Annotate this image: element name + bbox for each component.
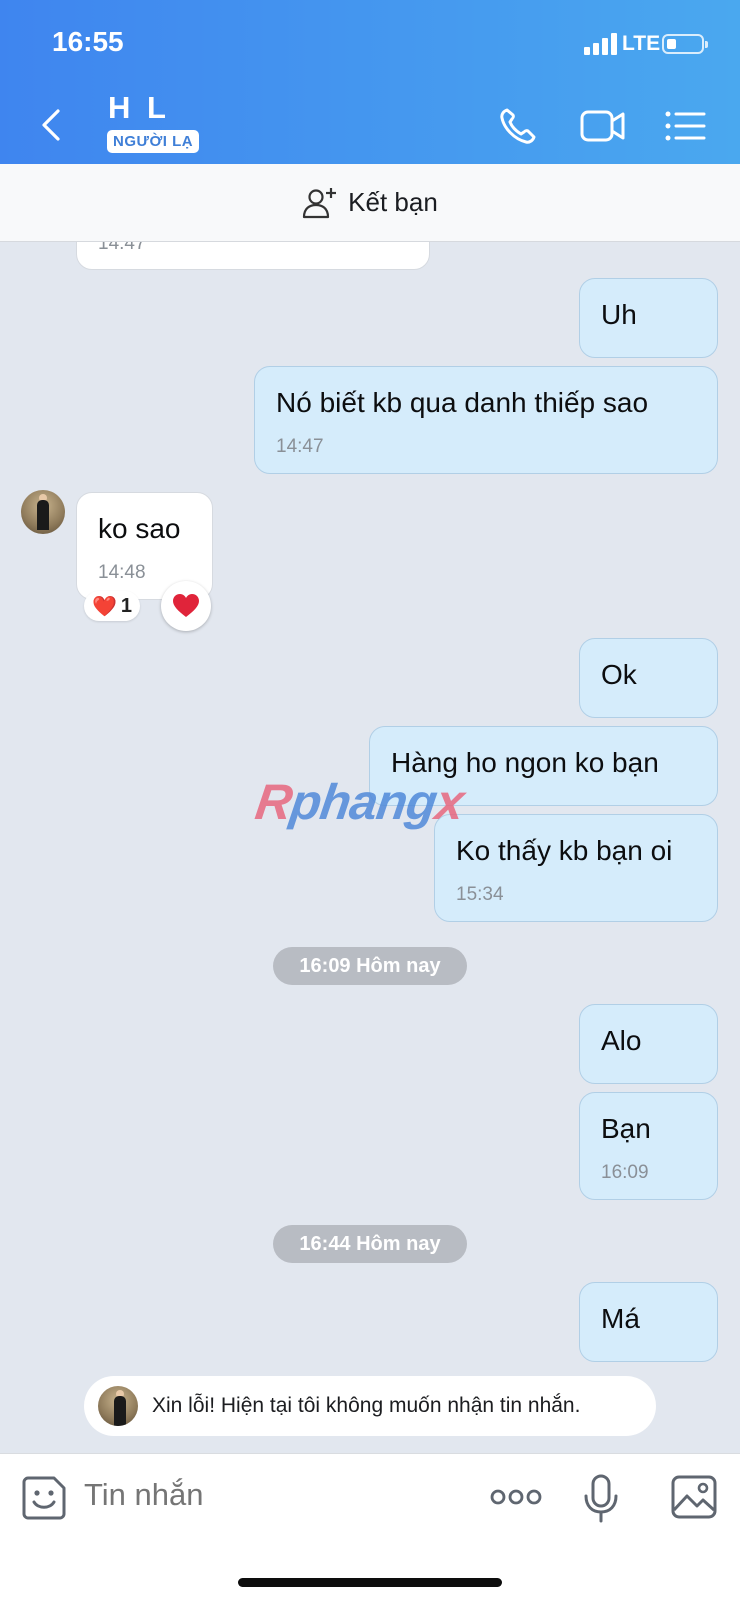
message-text: Má <box>601 1303 640 1334</box>
message-bubble-outgoing[interactable]: Ko thấy kb bạn oi 15:34 <box>434 814 718 922</box>
home-indicator <box>238 1578 502 1587</box>
message-time: 14:48 <box>98 562 146 583</box>
menu-list-icon[interactable] <box>662 104 712 148</box>
react-heart-button[interactable] <box>161 581 211 631</box>
message-bubble-outgoing[interactable]: Bạn 16:09 <box>579 1092 718 1200</box>
blocked-notice-text: Xin lỗi! Hiện tại tôi không muốn nhận ti… <box>152 1394 581 1417</box>
message-text: Ko thấy kb bạn oi <box>456 835 673 866</box>
chat-header: 16:55 LTE H L NGƯỜI LẠ <box>0 0 740 164</box>
contact-avatar[interactable] <box>21 490 65 534</box>
add-friend-label: Kết bạn <box>348 187 438 217</box>
message-text: Alo <box>601 1025 642 1056</box>
message-text: Nó biết kb qua danh thiếp sao <box>276 387 649 418</box>
contact-avatar <box>98 1386 138 1426</box>
blocked-notice: Xin lỗi! Hiện tại tôi không muốn nhận ti… <box>84 1376 656 1436</box>
message-time: 16:09 <box>601 1162 649 1183</box>
message-bubble-outgoing[interactable]: Nó biết kb qua danh thiếp sao 14:47 <box>254 366 718 474</box>
reaction-count: 1 <box>120 594 133 617</box>
message-time: 15:34 <box>456 884 504 905</box>
sticker-icon[interactable] <box>20 1474 68 1522</box>
add-friend-bar[interactable]: Kết bạn <box>0 164 740 242</box>
message-bubble-outgoing[interactable]: Alo <box>579 1004 718 1084</box>
message-bubble-outgoing[interactable]: Ok <box>579 638 718 718</box>
microphone-icon[interactable] <box>582 1474 620 1524</box>
date-divider: 16:09 Hôm nay <box>273 947 467 985</box>
battery-icon <box>662 34 708 54</box>
message-time: 14:47 <box>276 436 324 457</box>
stranger-badge: NGƯỜI LẠ <box>107 130 200 153</box>
image-gallery-icon[interactable] <box>670 1474 718 1520</box>
network-type: LTE <box>622 32 661 55</box>
message-text: Uh <box>601 299 637 330</box>
more-options-icon[interactable] <box>490 1486 542 1508</box>
add-friend-icon <box>303 187 337 218</box>
reaction-summary[interactable]: ❤️ 1 <box>84 591 141 621</box>
message-text: Bạn <box>601 1113 651 1144</box>
phone-icon[interactable] <box>496 104 546 148</box>
message-text: Ok <box>601 659 637 690</box>
date-divider: 16:44 Hôm nay <box>273 1225 467 1263</box>
signal-icon <box>584 33 620 55</box>
video-call-icon[interactable] <box>578 104 628 148</box>
message-bubble-outgoing[interactable]: Má <box>579 1282 718 1362</box>
message-input[interactable] <box>84 1477 444 1513</box>
message-bubble-outgoing[interactable]: Uh <box>579 278 718 358</box>
contact-name[interactable]: H L <box>108 90 170 126</box>
heart-reaction-icon: ❤️ <box>92 595 117 618</box>
back-icon[interactable] <box>32 105 72 145</box>
heart-icon <box>173 594 199 617</box>
status-time: 16:55 <box>52 26 124 57</box>
watermark-logo: Rphangx <box>252 774 467 830</box>
message-text: ko sao <box>98 513 181 544</box>
